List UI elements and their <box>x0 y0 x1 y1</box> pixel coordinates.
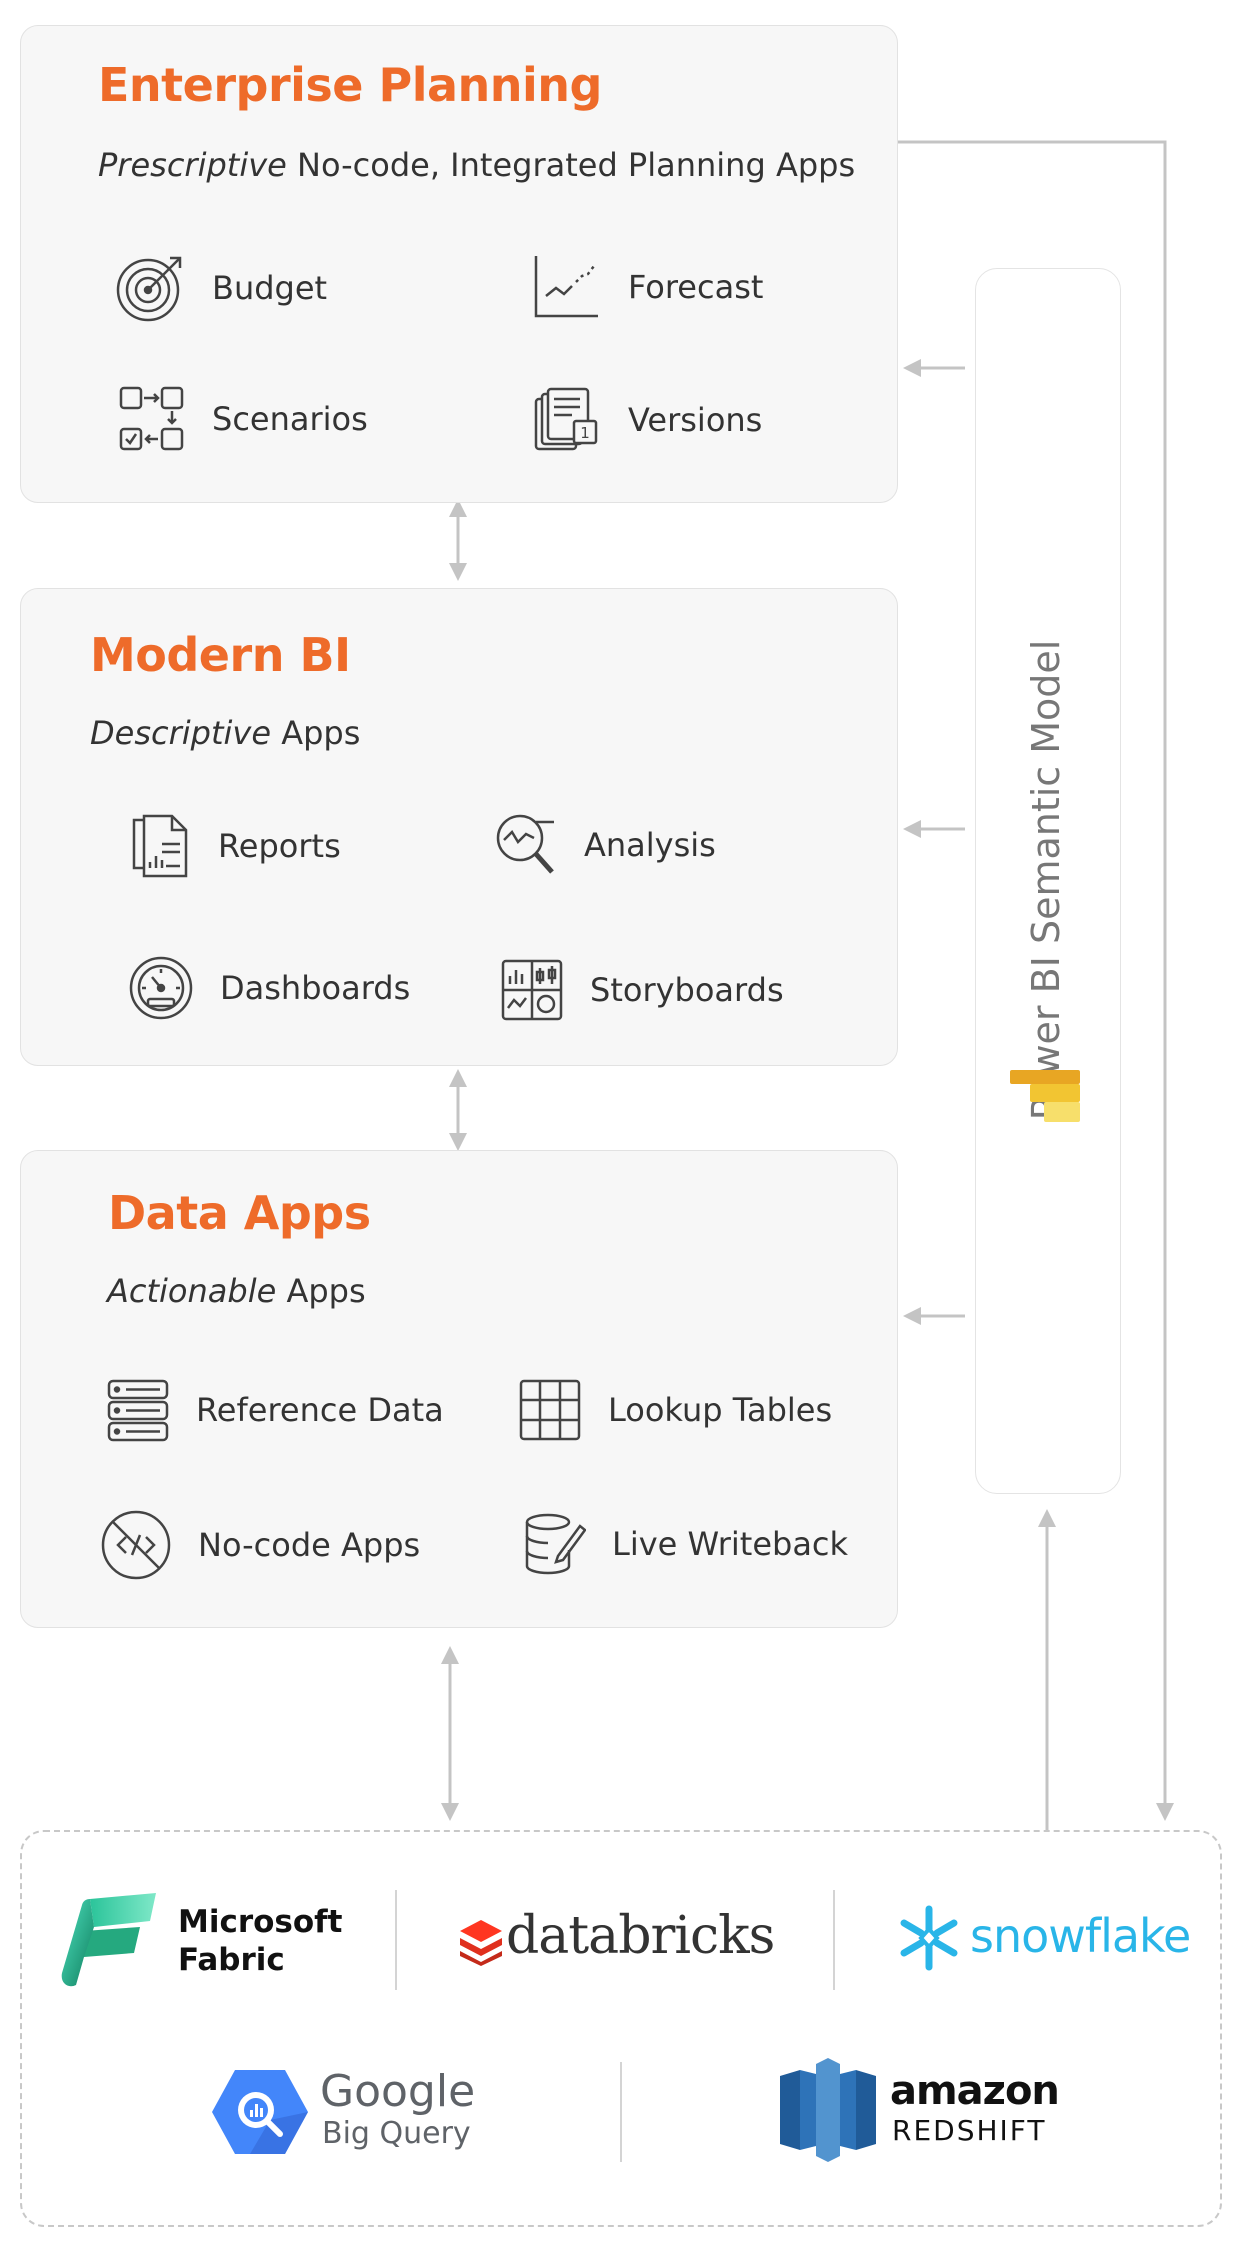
enterprise-planning-title: Enterprise Planning <box>98 58 602 112</box>
item-label: Storyboards <box>590 971 784 1009</box>
divider <box>620 2062 622 2162</box>
workflow-icon <box>119 386 184 451</box>
item-label: Live Writeback <box>612 1525 849 1563</box>
item-label: Reference Data <box>196 1391 444 1429</box>
item-label: Scenarios <box>212 400 368 438</box>
enterprise-planning-subtitle: Prescriptive No-code, Integrated Plannin… <box>98 146 856 184</box>
item-label: Analysis <box>584 826 716 864</box>
data-apps-subtitle: Actionable Apps <box>107 1272 366 1310</box>
database-edit-icon <box>525 1513 586 1575</box>
power-bi-icon <box>1010 1070 1080 1122</box>
storyboard-icon <box>501 959 563 1021</box>
svg-text:1: 1 <box>580 424 590 442</box>
divider <box>833 1890 835 1990</box>
trend-chart-icon <box>534 256 598 318</box>
item-dashboards[interactable]: Dashboards <box>128 955 410 1021</box>
item-scenarios[interactable]: Scenarios <box>118 385 368 453</box>
magnifier-chart-icon <box>496 814 554 874</box>
modern-bi-subtitle: Descriptive Apps <box>90 714 361 752</box>
item-budget[interactable]: Budget <box>114 252 327 324</box>
document-stack-icon: 1 <box>534 387 598 451</box>
snowflake-icon <box>900 1905 958 1971</box>
item-label: Versions <box>628 401 763 439</box>
modern-bi-title: Modern BI <box>90 628 351 682</box>
item-reference-data[interactable]: Reference Data <box>106 1378 444 1442</box>
item-reports[interactable]: Reports <box>130 812 341 880</box>
fabric-icon <box>61 1893 156 1987</box>
item-lookup-tables[interactable]: Lookup Tables <box>518 1378 832 1442</box>
item-versions[interactable]: 1 Versions <box>532 385 762 455</box>
item-storyboards[interactable]: Storyboards <box>500 958 784 1022</box>
no-code-icon <box>101 1510 171 1580</box>
report-icon <box>132 814 188 878</box>
semantic-model-label: Power BI Semantic Model <box>1024 639 1068 1121</box>
item-live-writeback[interactable]: Live Writeback <box>524 1512 848 1576</box>
grid-table-icon <box>519 1379 581 1441</box>
item-forecast[interactable]: Forecast <box>532 252 763 322</box>
redshift-icon <box>780 2058 876 2162</box>
item-no-code-apps[interactable]: No-code Apps <box>100 1509 420 1581</box>
item-label: No-code Apps <box>198 1526 421 1564</box>
item-label: Dashboards <box>220 969 411 1007</box>
item-label: Forecast <box>628 268 764 306</box>
server-icon <box>107 1379 169 1442</box>
item-analysis[interactable]: Analysis <box>494 812 716 878</box>
data-sources-panel <box>20 1830 1222 2227</box>
item-label: Budget <box>212 269 328 307</box>
item-label: Lookup Tables <box>608 1391 833 1429</box>
big-query-icon <box>212 2070 308 2154</box>
databricks-icon <box>460 1920 502 1966</box>
divider <box>395 1890 397 1990</box>
data-apps-title: Data Apps <box>108 1186 371 1240</box>
gauge-icon <box>129 956 193 1020</box>
target-icon <box>116 256 182 322</box>
item-label: Reports <box>218 827 341 865</box>
